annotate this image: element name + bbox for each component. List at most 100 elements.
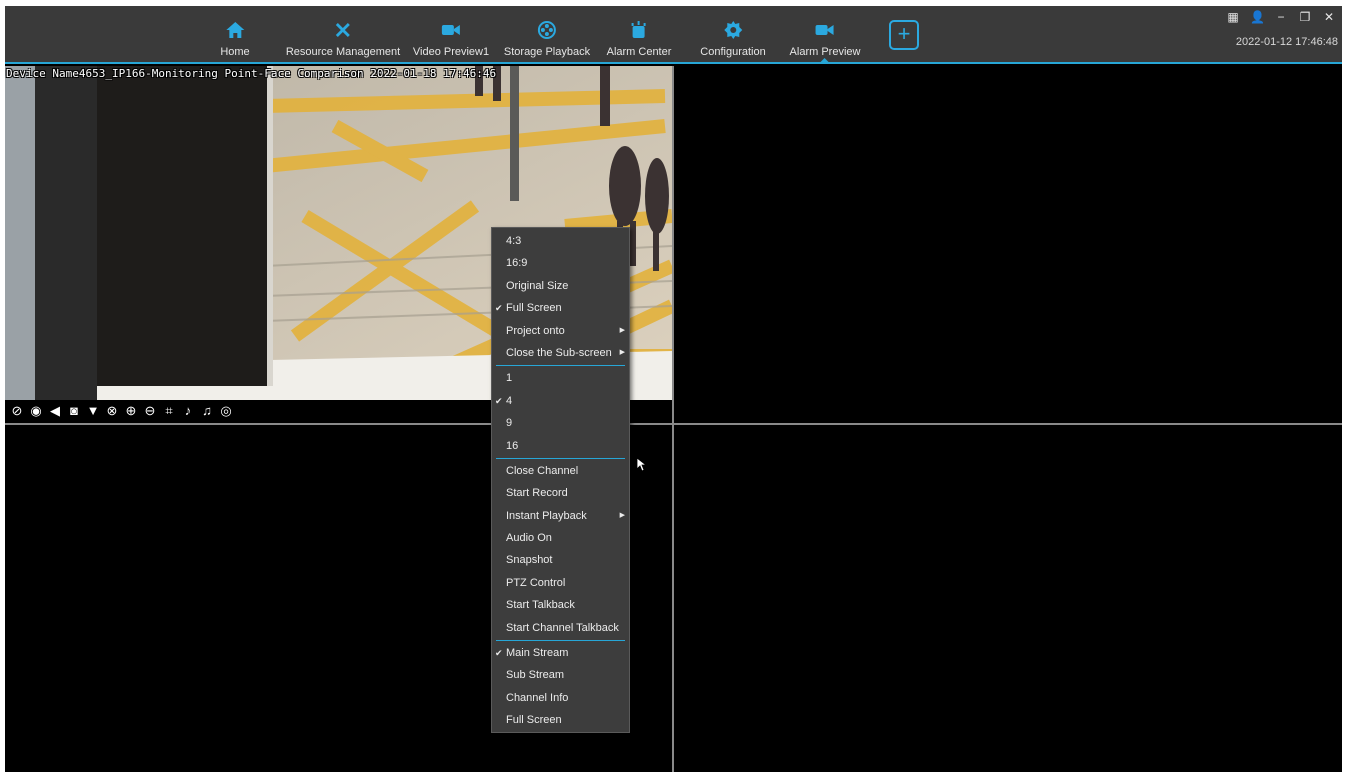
menu-item-label: Channel Info bbox=[506, 691, 569, 704]
restore-button[interactable]: ❐ bbox=[1298, 10, 1312, 24]
menu-item-snapshot[interactable]: Snapshot bbox=[492, 549, 629, 571]
menu-item-9[interactable]: 9 bbox=[492, 412, 629, 434]
menu-item-label: Sub Stream bbox=[506, 669, 565, 682]
submenu-arrow-icon: ▶ bbox=[619, 511, 625, 519]
menu-item-label: PTZ Control bbox=[506, 576, 566, 589]
nav-tab-label: Alarm Center bbox=[606, 46, 672, 58]
menu-item-label: Close Channel bbox=[506, 464, 579, 477]
nav-tab-label: Video Preview1 bbox=[412, 46, 490, 58]
menu-item-start-record[interactable]: Start Record bbox=[492, 482, 629, 504]
nav-tab-label: Storage Playback bbox=[503, 46, 591, 58]
menu-item-audio-on[interactable]: Audio On bbox=[492, 527, 629, 549]
menu-item-start-channel-talkback[interactable]: Start Channel Talkback bbox=[492, 617, 629, 639]
nav-tab-alarm-preview[interactable]: Alarm Preview bbox=[789, 6, 861, 64]
menu-separator bbox=[496, 457, 625, 459]
submenu-arrow-icon: ▶ bbox=[619, 348, 625, 356]
menu-item-label: Close the Sub-screen bbox=[506, 346, 612, 359]
menu-item-label: 16 bbox=[506, 439, 519, 452]
grid-divider-horizontal bbox=[5, 423, 1342, 425]
nav-tab-label: Alarm Preview bbox=[789, 46, 861, 58]
close-button[interactable]: ✕ bbox=[1322, 10, 1336, 24]
user-icon[interactable]: 👤 bbox=[1250, 10, 1265, 24]
nav-tab-alarm-center[interactable]: Alarm Center bbox=[606, 6, 672, 62]
menu-item-label: Snapshot bbox=[506, 554, 553, 567]
zoom-off-icon[interactable]: ⊗ bbox=[104, 403, 120, 419]
menu-item-label: 9 bbox=[506, 417, 513, 430]
menu-item-channel-info[interactable]: Channel Info bbox=[492, 687, 629, 709]
menu-item-sub-stream[interactable]: Sub Stream bbox=[492, 664, 629, 686]
menu-item-main-stream[interactable]: ✔ Main Stream bbox=[492, 642, 629, 664]
menu-separator bbox=[496, 640, 625, 642]
nav-tab-label: Resource Management bbox=[285, 46, 401, 58]
menu-item-label: Full Screen bbox=[506, 714, 562, 727]
nav-tab-storage-playback[interactable]: Storage Playback bbox=[504, 6, 590, 62]
menu-item-1[interactable]: 1 bbox=[492, 367, 629, 389]
nav-tab-video-preview1[interactable]: Video Preview1 bbox=[413, 6, 489, 62]
menu-item-4-3[interactable]: 4:3 bbox=[492, 230, 629, 252]
home-icon bbox=[224, 19, 246, 41]
menu-item-label: Start Channel Talkback bbox=[506, 621, 619, 634]
video-cell-2[interactable] bbox=[674, 66, 1342, 423]
menu-item-label: 16:9 bbox=[506, 257, 528, 270]
record-icon[interactable]: ◉ bbox=[28, 403, 44, 419]
clock: 2022-01-12 17:46:48 bbox=[1235, 36, 1338, 48]
menu-separator bbox=[496, 365, 625, 367]
tools-icon bbox=[332, 19, 354, 41]
check-icon: ✔ bbox=[495, 303, 503, 314]
menu-item-label: Start Record bbox=[506, 487, 568, 500]
talk-icon[interactable]: ♫ bbox=[199, 403, 215, 419]
osd-overlay-text: Device Name4653_IP166-Monitoring Point-F… bbox=[6, 67, 497, 80]
menu-item-label: 4:3 bbox=[506, 235, 522, 247]
menu-item-label: Project onto bbox=[506, 324, 565, 337]
zoom-out-icon[interactable]: ⊖ bbox=[142, 403, 158, 419]
camera-icon bbox=[814, 19, 836, 41]
menu-item-label: 1 bbox=[506, 372, 513, 385]
add-tab-button[interactable]: + bbox=[889, 20, 919, 50]
mute-icon[interactable]: ◀ bbox=[47, 403, 63, 419]
nav-tab-label: Home bbox=[220, 46, 250, 58]
menu-item-16[interactable]: 16 bbox=[492, 435, 629, 457]
menu-item-full-screen[interactable]: ✔ Full Screen bbox=[492, 297, 629, 319]
menu-item-label: Main Stream bbox=[506, 647, 569, 660]
app-window: Home Resource Management Video Preview1 Sto… bbox=[5, 6, 1342, 772]
alarm-icon bbox=[628, 19, 650, 41]
window-controls: ▦ 👤 − ❐ ✕ bbox=[1226, 10, 1336, 24]
camera-icon bbox=[440, 19, 462, 41]
menu-item-label: Start Talkback bbox=[506, 599, 575, 612]
hide-icon[interactable]: ⊘ bbox=[9, 403, 25, 419]
layout-icon[interactable]: ▦ bbox=[1226, 10, 1240, 24]
menu-item-label: Original Size bbox=[506, 279, 569, 292]
nav-tab-label: Configuration bbox=[700, 46, 766, 58]
snapshot-icon[interactable]: ◙ bbox=[66, 403, 82, 419]
menu-item-close-channel[interactable]: Close Channel bbox=[492, 460, 629, 482]
menu-item-project-onto[interactable]: Project onto ▶ bbox=[492, 320, 629, 342]
context-menu: 4:3 16:9 Original Size ✔ Full Screen Project … bbox=[491, 227, 630, 733]
film-reel-icon bbox=[536, 19, 558, 41]
menu-item-16-9[interactable]: 16:9 bbox=[492, 252, 629, 274]
menu-item-label: Full Screen bbox=[506, 302, 562, 315]
menu-item-label: Instant Playback bbox=[506, 509, 587, 522]
menu-item-original-size[interactable]: Original Size bbox=[492, 275, 629, 297]
menu-item-label: 4 bbox=[506, 394, 513, 407]
submenu-arrow-icon: ▶ bbox=[619, 326, 625, 334]
nav-tab-home[interactable]: Home bbox=[220, 6, 250, 62]
check-icon: ✔ bbox=[495, 395, 503, 406]
fit-icon[interactable]: ⌗ bbox=[161, 403, 177, 419]
menu-item-ptz-control[interactable]: PTZ Control bbox=[492, 572, 629, 594]
check-icon: ✔ bbox=[495, 648, 503, 659]
menu-item-start-talkback[interactable]: Start Talkback bbox=[492, 594, 629, 616]
menu-item-instant-playback[interactable]: Instant Playback ▶ bbox=[492, 505, 629, 527]
mouse-cursor-icon bbox=[637, 458, 647, 472]
nav-tab-configuration[interactable]: Configuration bbox=[700, 6, 766, 62]
mic-icon[interactable]: ♪ bbox=[180, 403, 196, 419]
menu-item-close-the-sub-screen[interactable]: Close the Sub-screen ▶ bbox=[492, 342, 629, 364]
menu-item-full-screen[interactable]: Full Screen bbox=[492, 709, 629, 731]
ptz-icon[interactable]: ▼ bbox=[85, 403, 101, 419]
zoom-in-icon[interactable]: ⊕ bbox=[123, 403, 139, 419]
grid-divider-vertical bbox=[672, 66, 674, 772]
location-icon[interactable]: ◎ bbox=[218, 403, 234, 419]
minimize-button[interactable]: − bbox=[1274, 10, 1288, 24]
nav-tab-resource-management[interactable]: Resource Management bbox=[286, 6, 400, 62]
menu-item-4[interactable]: ✔ 4 bbox=[492, 390, 629, 412]
video-cell-4[interactable] bbox=[674, 426, 1342, 772]
